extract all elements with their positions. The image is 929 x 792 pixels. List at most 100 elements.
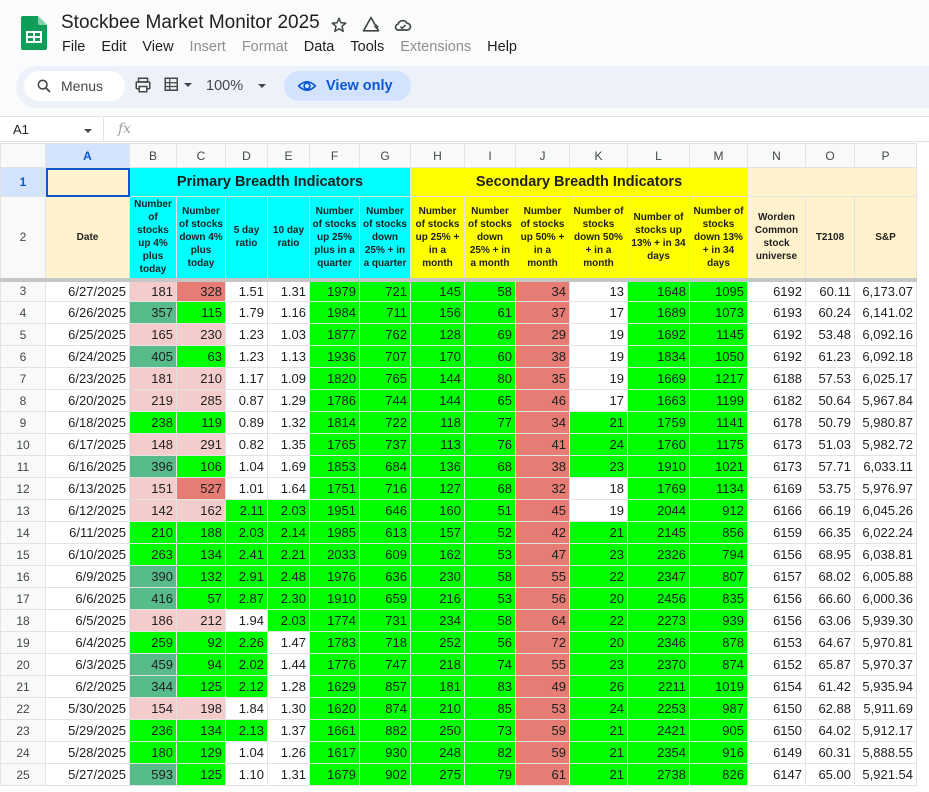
column-header[interactable]: D xyxy=(225,143,268,168)
menus-search-button[interactable]: Menus xyxy=(24,71,125,101)
data-cell[interactable]: 21 xyxy=(569,719,628,742)
data-cell[interactable]: 6157 xyxy=(747,565,806,588)
data-cell[interactable]: 2273 xyxy=(627,609,690,632)
date-cell[interactable]: 6/2/2025 xyxy=(45,675,130,698)
data-cell[interactable]: 41 xyxy=(515,433,570,456)
column-title[interactable]: Number of stocks up 25% + in a month xyxy=(410,196,465,282)
data-cell[interactable]: 794 xyxy=(689,543,748,566)
data-cell[interactable]: 69 xyxy=(464,323,516,346)
data-cell[interactable]: 210 xyxy=(129,521,177,544)
data-cell[interactable]: 765 xyxy=(359,367,411,390)
date-cell[interactable]: 6/13/2025 xyxy=(45,477,130,500)
data-cell[interactable]: 219 xyxy=(129,389,177,412)
data-cell[interactable]: 188 xyxy=(176,521,226,544)
column-header[interactable]: B xyxy=(129,143,177,168)
data-cell[interactable]: 45 xyxy=(515,499,570,522)
row-header[interactable]: 9 xyxy=(0,411,46,434)
date-cell[interactable]: 6/4/2025 xyxy=(45,631,130,654)
data-cell[interactable]: 21 xyxy=(569,763,628,786)
data-cell[interactable]: 118 xyxy=(410,411,465,434)
data-cell[interactable]: 1679 xyxy=(309,763,360,786)
data-cell[interactable]: 6156 xyxy=(747,587,806,610)
data-cell[interactable]: 807 xyxy=(689,565,748,588)
name-box[interactable]: A1 xyxy=(0,117,104,141)
data-cell[interactable]: 162 xyxy=(410,543,465,566)
row-header[interactable]: 25 xyxy=(0,763,46,786)
data-cell[interactable]: 0.82 xyxy=(225,433,268,456)
data-cell[interactable]: 181 xyxy=(129,279,177,302)
data-cell[interactable]: 259 xyxy=(129,631,177,654)
data-cell[interactable]: 65.87 xyxy=(805,653,855,676)
data-cell[interactable]: 60.11 xyxy=(805,279,855,302)
data-cell[interactable]: 1.16 xyxy=(267,301,310,324)
data-cell[interactable]: 5,970.81 xyxy=(854,631,917,654)
data-cell[interactable]: 51 xyxy=(464,499,516,522)
data-cell[interactable]: 1853 xyxy=(309,455,360,478)
data-cell[interactable]: 57.53 xyxy=(805,367,855,390)
data-cell[interactable]: 49 xyxy=(515,675,570,698)
data-cell[interactable]: 32 xyxy=(515,477,570,500)
data-cell[interactable]: 6,022.24 xyxy=(854,521,917,544)
data-cell[interactable]: 1910 xyxy=(627,455,690,478)
row-header[interactable]: 3 xyxy=(0,279,46,302)
data-cell[interactable]: 113 xyxy=(410,433,465,456)
row-header[interactable]: 11 xyxy=(0,455,46,478)
data-cell[interactable]: 609 xyxy=(359,543,411,566)
data-cell[interactable]: 2.11 xyxy=(225,499,268,522)
data-cell[interactable]: 416 xyxy=(129,587,177,610)
data-cell[interactable]: 939 xyxy=(689,609,748,632)
data-cell[interactable]: 144 xyxy=(410,389,465,412)
data-cell[interactable]: 2.14 xyxy=(267,521,310,544)
data-cell[interactable]: 1134 xyxy=(689,477,748,500)
data-cell[interactable]: 711 xyxy=(359,301,411,324)
data-cell[interactable]: 38 xyxy=(515,455,570,478)
data-cell[interactable]: 1617 xyxy=(309,741,360,764)
data-cell[interactable]: 6153 xyxy=(747,631,806,654)
data-cell[interactable]: 912 xyxy=(689,499,748,522)
row-header[interactable]: 18 xyxy=(0,609,46,632)
data-cell[interactable]: 74 xyxy=(464,653,516,676)
sheet-grid[interactable]: ABCDEFGHIJKLMNOP 1 Primary Breadth Indic… xyxy=(0,143,929,792)
data-cell[interactable]: 2.87 xyxy=(225,587,268,610)
data-cell[interactable]: 37 xyxy=(515,301,570,324)
data-cell[interactable]: 1.69 xyxy=(267,455,310,478)
data-cell[interactable]: 527 xyxy=(176,477,226,500)
data-cell[interactable]: 181 xyxy=(410,675,465,698)
data-cell[interactable]: 1648 xyxy=(627,279,690,302)
menu-tools[interactable]: Tools xyxy=(342,37,392,57)
data-cell[interactable]: 835 xyxy=(689,587,748,610)
data-cell[interactable]: 344 xyxy=(129,675,177,698)
data-cell[interactable]: 6192 xyxy=(747,323,806,346)
data-cell[interactable]: 21 xyxy=(569,741,628,764)
date-cell[interactable]: 6/9/2025 xyxy=(45,565,130,588)
data-cell[interactable]: 58 xyxy=(464,609,516,632)
data-cell[interactable]: 127 xyxy=(410,477,465,500)
data-cell[interactable]: 1786 xyxy=(309,389,360,412)
row-header[interactable]: 2 xyxy=(0,196,46,282)
data-cell[interactable]: 1910 xyxy=(309,587,360,610)
data-cell[interactable]: 737 xyxy=(359,433,411,456)
date-cell[interactable]: 5/29/2025 xyxy=(45,719,130,742)
data-cell[interactable]: 5,935.94 xyxy=(854,675,917,698)
data-cell[interactable]: 252 xyxy=(410,631,465,654)
data-cell[interactable]: 6,092.18 xyxy=(854,345,917,368)
menu-view[interactable]: View xyxy=(134,37,181,57)
column-header[interactable]: N xyxy=(747,143,806,168)
date-cell[interactable]: 6/24/2025 xyxy=(45,345,130,368)
date-cell[interactable]: 5/27/2025 xyxy=(45,763,130,786)
data-cell[interactable]: 1.23 xyxy=(225,323,268,346)
data-cell[interactable]: 210 xyxy=(410,697,465,720)
data-cell[interactable]: 263 xyxy=(129,543,177,566)
data-cell[interactable]: 68 xyxy=(464,455,516,478)
data-cell[interactable]: 826 xyxy=(689,763,748,786)
column-header[interactable]: I xyxy=(464,143,516,168)
date-cell[interactable]: 5/28/2025 xyxy=(45,741,130,764)
data-cell[interactable]: 35 xyxy=(515,367,570,390)
data-cell[interactable]: 1217 xyxy=(689,367,748,390)
data-cell[interactable]: 132 xyxy=(176,565,226,588)
data-cell[interactable]: 2145 xyxy=(627,521,690,544)
data-cell[interactable]: 291 xyxy=(176,433,226,456)
data-cell[interactable]: 1834 xyxy=(627,345,690,368)
date-cell[interactable]: 6/20/2025 xyxy=(45,389,130,412)
data-cell[interactable]: 13 xyxy=(569,279,628,302)
